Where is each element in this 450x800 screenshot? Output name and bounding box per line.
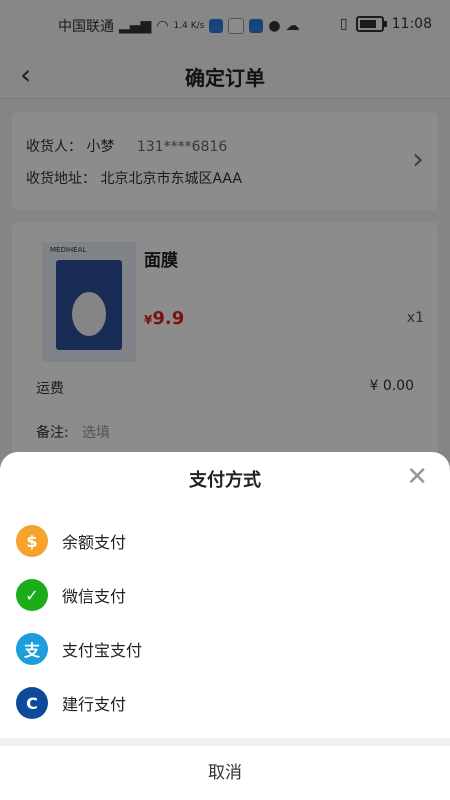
- wechat-icon: ✓: [16, 579, 48, 611]
- payment-option-alipay[interactable]: 支 支付宝支付: [16, 624, 436, 674]
- payment-option-label: 微信支付: [62, 587, 127, 606]
- payment-sheet: 支付方式 ✕ $ 余额支付 ✓ 微信支付 支 支付宝支付 C 建行支付 取消: [0, 452, 450, 800]
- divider: [0, 738, 450, 746]
- cancel-button[interactable]: 取消: [0, 746, 450, 800]
- sheet-title: 支付方式: [189, 470, 261, 491]
- alipay-icon: 支: [16, 633, 48, 665]
- payment-option-ccb[interactable]: C 建行支付: [16, 678, 436, 728]
- payment-option-label: 余额支付: [62, 533, 127, 552]
- payment-option-label: 建行支付: [62, 695, 127, 714]
- ccb-icon: C: [16, 687, 48, 719]
- close-icon[interactable]: ✕: [406, 462, 428, 492]
- payment-option-label: 支付宝支付: [62, 641, 143, 660]
- payment-option-wechat[interactable]: ✓ 微信支付: [16, 570, 436, 620]
- wallet-icon: $: [16, 525, 48, 557]
- payment-option-balance[interactable]: $ 余额支付: [16, 516, 436, 566]
